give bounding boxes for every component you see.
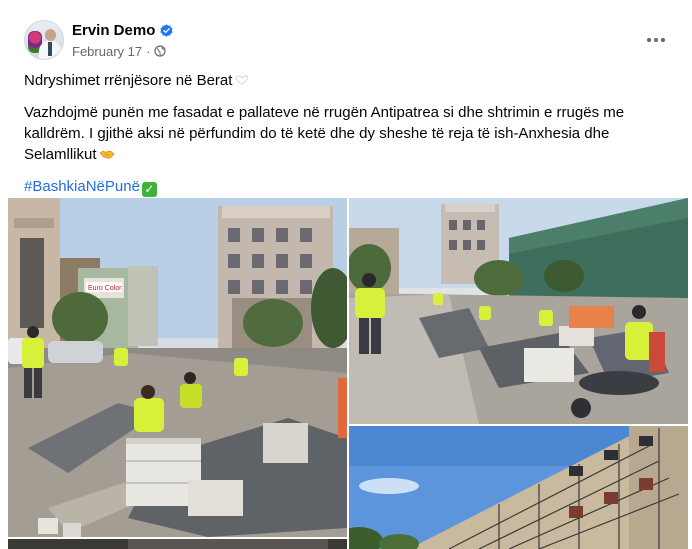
post-meta: Ervin Demo February 17 · (72, 20, 173, 60)
post-title-line: Ndryshimet rrënjësore në Berat (24, 70, 664, 91)
hashtag-link[interactable]: #BashkiaNëPunë (24, 178, 140, 195)
post-text: Ndryshimet rrënjësore në Berat Vazhdojmë… (24, 70, 664, 208)
author-name[interactable]: Ervin Demo (72, 22, 155, 39)
author-avatar[interactable] (24, 20, 64, 60)
more-options-button[interactable] (638, 22, 674, 58)
cobblestone-laying-photo[interactable] (349, 198, 688, 424)
verified-badge-icon (160, 23, 173, 37)
handshake-emoji-icon (99, 145, 115, 159)
shop-sign: Euro Color (88, 285, 122, 292)
post-body-line: Vazhdojmë punën me fasadat e pallateve n… (24, 102, 664, 165)
building-facade-scaffolding-photo[interactable] (349, 426, 688, 549)
check-mark-emoji-icon: ✓ (141, 182, 157, 197)
facebook-post: Ervin Demo February 17 · Ndryshimet rrën… (0, 0, 692, 549)
globe-icon[interactable] (154, 45, 167, 57)
post-header: Ervin Demo February 17 · (24, 18, 674, 62)
meta-separator: · (146, 43, 151, 59)
post-hashtag-line: #BashkiaNëPunë ✓ (24, 176, 664, 197)
post-date[interactable]: February 17 (72, 44, 142, 59)
street-paving-workers-photo[interactable]: Euro Color (8, 198, 347, 537)
white-heart-emoji-icon (235, 70, 249, 85)
additional-photo[interactable] (8, 539, 347, 549)
post-title: Ndryshimet rrënjësore në Berat (24, 72, 233, 89)
